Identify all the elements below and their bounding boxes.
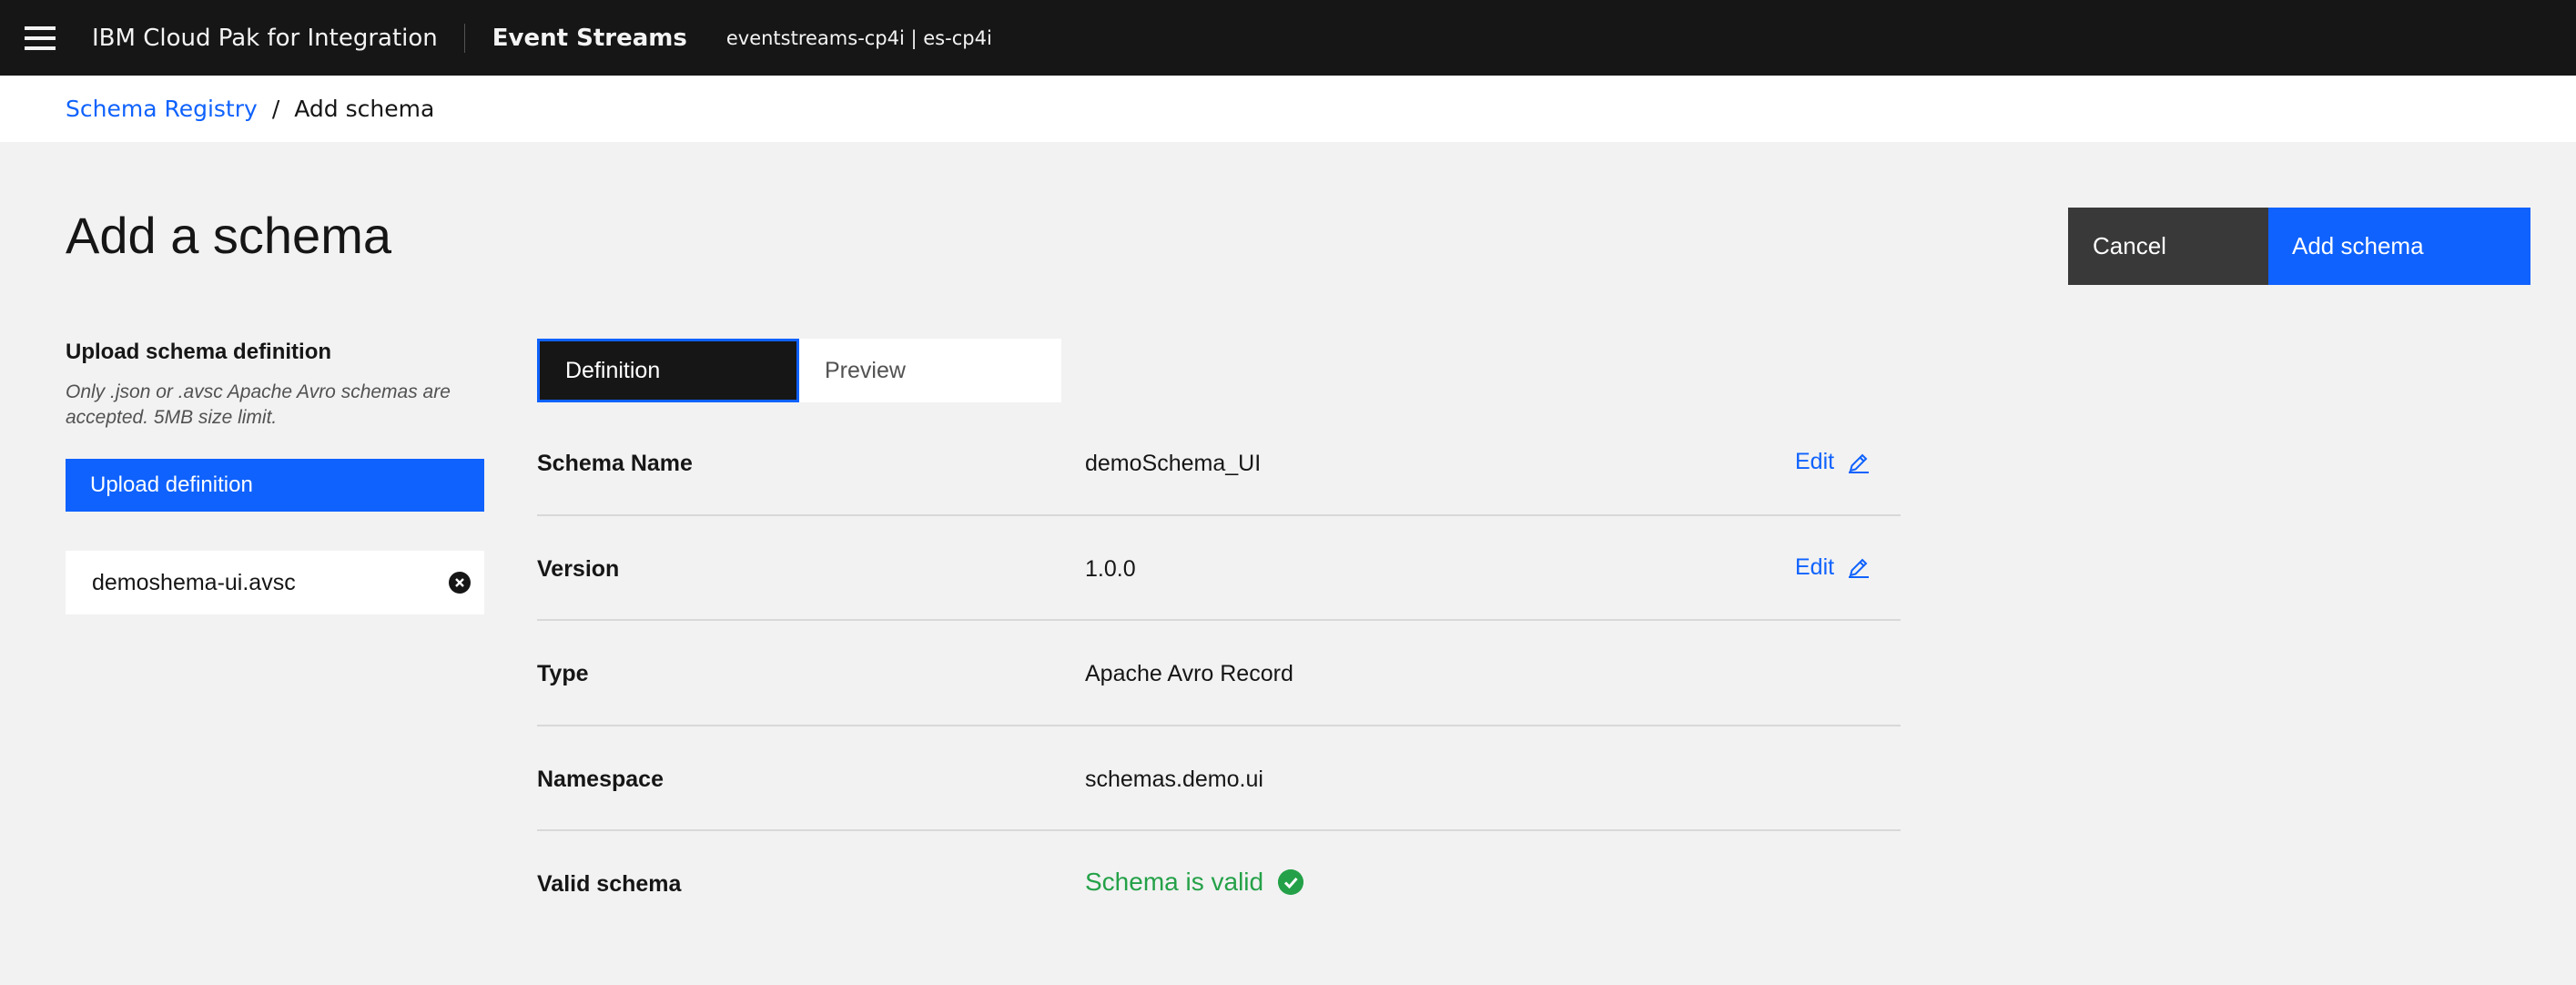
tab-definition[interactable]: Definition: [537, 339, 799, 402]
property-label: Valid schema: [537, 871, 682, 897]
breadcrumb: Schema Registry / Add schema: [0, 76, 2576, 142]
property-value: schemas.demo.ui: [1085, 766, 1263, 792]
edit-label: Edit: [1795, 449, 1835, 474]
app-name[interactable]: Event Streams: [492, 25, 687, 52]
upload-help-text: Only .json or .avsc Apache Avro schemas …: [66, 381, 451, 428]
close-icon[interactable]: [449, 572, 471, 594]
edit-version-button[interactable]: Edit: [1795, 554, 1871, 581]
property-label: Version: [537, 555, 620, 582]
upload-heading: Upload schema definition: [66, 340, 332, 364]
instance-name: eventstreams-cp4i | es-cp4i: [725, 26, 992, 49]
breadcrumb-schema-registry[interactable]: Schema Registry: [66, 96, 258, 122]
property-value: Apache Avro Record: [1085, 661, 1293, 686]
property-label: Type: [537, 661, 589, 686]
breadcrumb-current: Add schema: [294, 96, 435, 122]
schema-properties: Schema Name demoSchema_UI Edit Version 1…: [537, 411, 1901, 937]
validation-status: Schema is valid: [1085, 868, 1304, 897]
property-row: Namespace schemas.demo.ui: [537, 726, 1901, 831]
uploaded-file-name: demoshema-ui.avsc: [92, 569, 296, 595]
property-value: 1.0.0: [1085, 555, 1136, 582]
edit-schema-name-button[interactable]: Edit: [1795, 449, 1871, 475]
property-label: Schema Name: [537, 451, 693, 476]
upload-definition-button[interactable]: Upload definition: [66, 459, 484, 512]
property-row: Valid schema Schema is valid: [537, 831, 1901, 937]
add-schema-button[interactable]: Add schema: [2268, 208, 2530, 285]
menu-icon[interactable]: [0, 0, 80, 76]
page-title: Add a schema: [66, 207, 391, 264]
breadcrumb-separator: /: [271, 96, 280, 122]
validation-status-text: Schema is valid: [1085, 868, 1264, 896]
property-row: Type Apache Avro Record: [537, 621, 1901, 726]
property-label: Namespace: [537, 766, 664, 792]
uploaded-file: demoshema-ui.avsc: [66, 551, 484, 614]
property-row: Version 1.0.0 Edit: [537, 516, 1901, 621]
tab-preview[interactable]: Preview: [799, 339, 1061, 402]
header-divider: [463, 23, 465, 53]
tab-list: Definition Preview: [537, 339, 1061, 402]
pencil-icon: [1849, 453, 1870, 473]
edit-label: Edit: [1795, 553, 1835, 580]
property-value: demoSchema_UI: [1085, 451, 1262, 476]
checkmark-icon: [1278, 869, 1304, 895]
property-row: Schema Name demoSchema_UI Edit: [537, 411, 1901, 516]
product-name[interactable]: IBM Cloud Pak for Integration: [92, 25, 438, 52]
cancel-button[interactable]: Cancel: [2068, 208, 2268, 285]
pencil-icon: [1849, 558, 1870, 578]
top-header: IBM Cloud Pak for Integration Event Stre…: [0, 0, 2576, 76]
